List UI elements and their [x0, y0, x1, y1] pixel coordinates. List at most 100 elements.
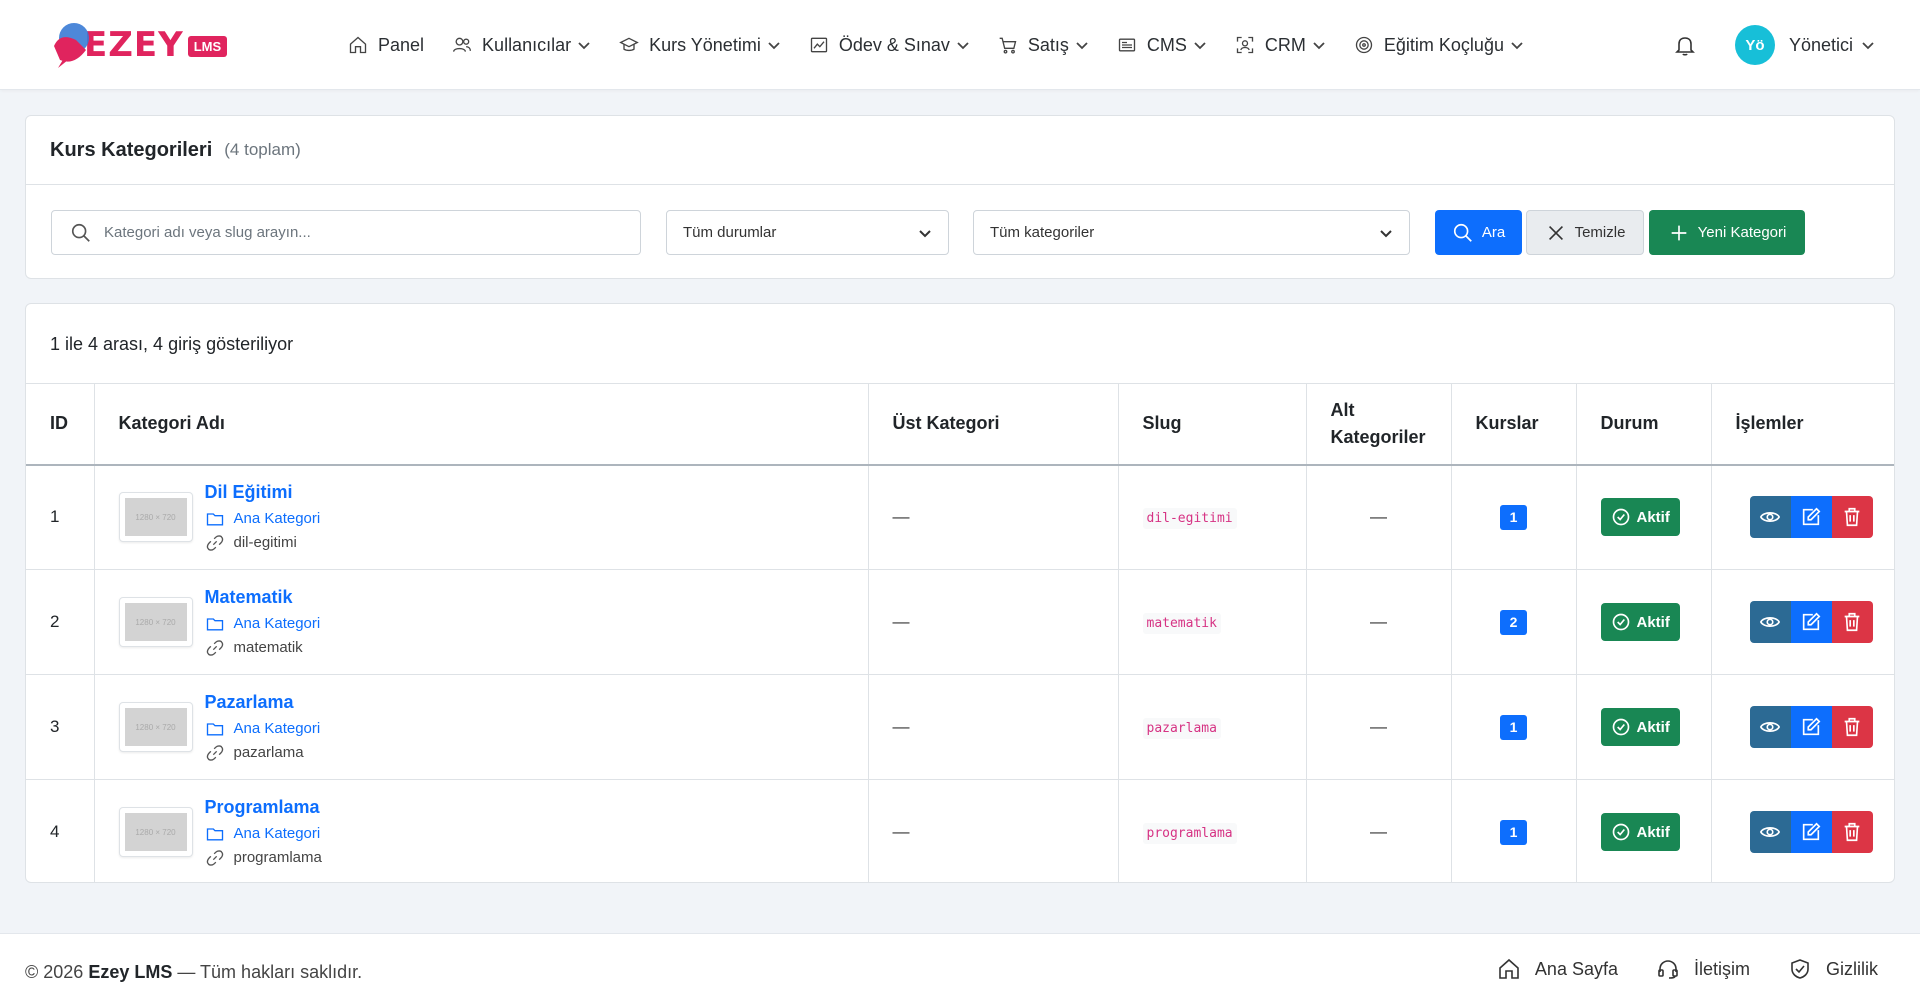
- folder-icon: [206, 617, 223, 630]
- nav-item-panel[interactable]: Panel: [348, 35, 424, 56]
- slug-meta: programlama: [205, 848, 322, 868]
- user-menu[interactable]: Yö Yönetici: [1735, 25, 1875, 65]
- bell-icon[interactable]: [1673, 33, 1697, 57]
- nav-label: Satış: [1027, 34, 1069, 55]
- delete-button[interactable]: [1831, 706, 1873, 748]
- status-select-value: Tüm durumlar: [683, 224, 777, 241]
- category-name-link[interactable]: Dil Eğitimi: [205, 482, 321, 503]
- cell-name: 1280 × 720 Matematik Ana Kategori matema…: [94, 569, 869, 675]
- nav-item-cms[interactable]: CMS: [1117, 35, 1207, 56]
- cell-parent: —: [868, 779, 1119, 882]
- status-select[interactable]: Tüm durumlar: [666, 210, 949, 255]
- nav-item-users[interactable]: Kullanıcılar: [452, 35, 591, 56]
- chevron-down-icon: [768, 42, 780, 50]
- users-icon: [453, 37, 472, 52]
- table-row: 2 1280 × 720 Matematik Ana Kategori mate…: [26, 569, 1895, 675]
- col-slug[interactable]: Slug: [1118, 383, 1307, 466]
- nav-item-coaching[interactable]: Eğitim Koçluğu: [1354, 35, 1524, 56]
- category-text: Programlama Ana Kategori programlama: [205, 797, 322, 868]
- view-button[interactable]: [1749, 601, 1791, 643]
- copyright-rights: — Tüm hakları saklıdır.: [177, 962, 363, 982]
- nav-label: Kullanıcılar: [482, 34, 572, 55]
- new-category-button[interactable]: Yeni Kategori: [1649, 210, 1805, 255]
- graduation-cap-icon: [619, 37, 639, 52]
- cell-name: 1280 × 720 Dil Eğitimi Ana Kategori dil-…: [94, 464, 869, 570]
- nav-label: Ödev & Sınav: [838, 34, 950, 55]
- cell-parent: —: [868, 674, 1119, 780]
- footer-link-privacy[interactable]: Gizlilik: [1788, 957, 1878, 981]
- category-thumbnail: 1280 × 720: [118, 807, 193, 858]
- cell-slug: pazarlama: [1118, 674, 1307, 780]
- category-name-link[interactable]: Programlama: [205, 797, 322, 818]
- cell-status: Aktif: [1576, 464, 1712, 570]
- nav-item-assignments[interactable]: Ödev & Sınav: [809, 35, 970, 56]
- cell-actions: [1711, 780, 1894, 883]
- eye-icon: [1759, 512, 1781, 523]
- top-navbar: EZEY LMS Panel Kullanıcılar Kurs Yönetim…: [0, 0, 1920, 90]
- parent-category-meta: Ana Kategori: [205, 719, 320, 739]
- row-actions: [1749, 601, 1895, 643]
- delete-button[interactable]: [1831, 496, 1873, 539]
- delete-button[interactable]: [1831, 601, 1873, 643]
- nav-item-sales[interactable]: Satış: [998, 35, 1089, 56]
- search-button[interactable]: Ara: [1435, 210, 1522, 255]
- footer-link-home[interactable]: Ana Sayfa: [1497, 957, 1618, 981]
- col-parent[interactable]: Üst Kategori: [868, 383, 1119, 466]
- col-name[interactable]: Kategori Adı: [94, 383, 869, 466]
- filter-card: Kurs Kategorileri (4 toplam) Tüm durumla…: [25, 115, 1895, 279]
- search-input[interactable]: [104, 224, 624, 241]
- trash-icon: [1844, 717, 1860, 737]
- copyright-brand: Ezey LMS: [88, 962, 173, 982]
- nav-item-course-management[interactable]: Kurs Yönetimi: [619, 35, 781, 56]
- edit-button[interactable]: [1790, 811, 1832, 854]
- cell-name: 1280 × 720 Programlama Ana Kategori prog…: [94, 779, 869, 882]
- slug-label: pazarlama: [233, 744, 304, 761]
- thumbnail-placeholder: 1280 × 720: [124, 603, 187, 641]
- chevron-down-icon: [1076, 42, 1088, 50]
- col-subcategories[interactable]: Alt Kategoriler: [1306, 383, 1452, 466]
- brand-logo[interactable]: EZEY LMS: [50, 20, 228, 70]
- eye-icon: [1759, 617, 1781, 627]
- footer-links: Ana Sayfa İletişim Gizlilik: [1459, 957, 1878, 981]
- view-button[interactable]: [1749, 811, 1791, 854]
- category-name-link[interactable]: Pazarlama: [205, 692, 321, 713]
- cell-id: 2: [26, 569, 95, 675]
- delete-button[interactable]: [1831, 811, 1873, 854]
- slug-code: pazarlama: [1142, 718, 1221, 739]
- cell-subcategories: —: [1306, 779, 1452, 882]
- subcategories-value: —: [1370, 507, 1387, 527]
- parent-category-label: Ana Kategori: [233, 615, 321, 632]
- col-status[interactable]: Durum: [1576, 383, 1712, 466]
- view-button[interactable]: [1749, 706, 1791, 748]
- category-name-link[interactable]: Matematik: [205, 587, 321, 608]
- cell-id: 1: [26, 464, 95, 570]
- parent-value: —: [892, 507, 910, 527]
- col-id[interactable]: ID: [26, 383, 95, 466]
- col-courses[interactable]: Kurslar: [1451, 383, 1577, 466]
- subcategories-value: —: [1370, 717, 1387, 736]
- category-select[interactable]: Tüm kategoriler: [973, 210, 1410, 255]
- edit-button[interactable]: [1790, 706, 1832, 748]
- edit-button[interactable]: [1790, 496, 1832, 539]
- main-nav: Panel Kullanıcılar Kurs Yönetimi Ödev & …: [348, 0, 1552, 90]
- home-icon: [349, 36, 367, 54]
- status-label: Aktif: [1636, 823, 1670, 841]
- cell-slug: dil-egitimi: [1118, 464, 1307, 570]
- table-card: 1 ile 4 arası, 4 giriş gösteriliyor ID K…: [25, 303, 1895, 883]
- link-icon: [206, 744, 223, 761]
- slug-label: matematik: [233, 639, 303, 656]
- view-button[interactable]: [1749, 496, 1791, 539]
- subcategories-value: —: [1370, 822, 1387, 842]
- copyright: © 2026 Ezey LMS — Tüm hakları saklıdır.: [25, 962, 362, 983]
- parent-category-label: Ana Kategori: [233, 825, 321, 843]
- clear-button[interactable]: Temizle: [1526, 210, 1644, 255]
- trash-icon: [1844, 612, 1860, 632]
- page-title: Kurs Kategorileri: [50, 138, 213, 161]
- edit-button[interactable]: [1790, 601, 1832, 643]
- footer-link-contact[interactable]: İletişim: [1656, 957, 1750, 981]
- col-actions: İşlemler: [1711, 383, 1894, 466]
- categories-table: ID Kategori Adı Üst Kategori Slug Alt Ka…: [26, 383, 1895, 883]
- nav-item-crm[interactable]: CRM: [1235, 35, 1326, 56]
- check-circle-icon: [1612, 613, 1629, 631]
- status-badge: Aktif: [1600, 813, 1680, 852]
